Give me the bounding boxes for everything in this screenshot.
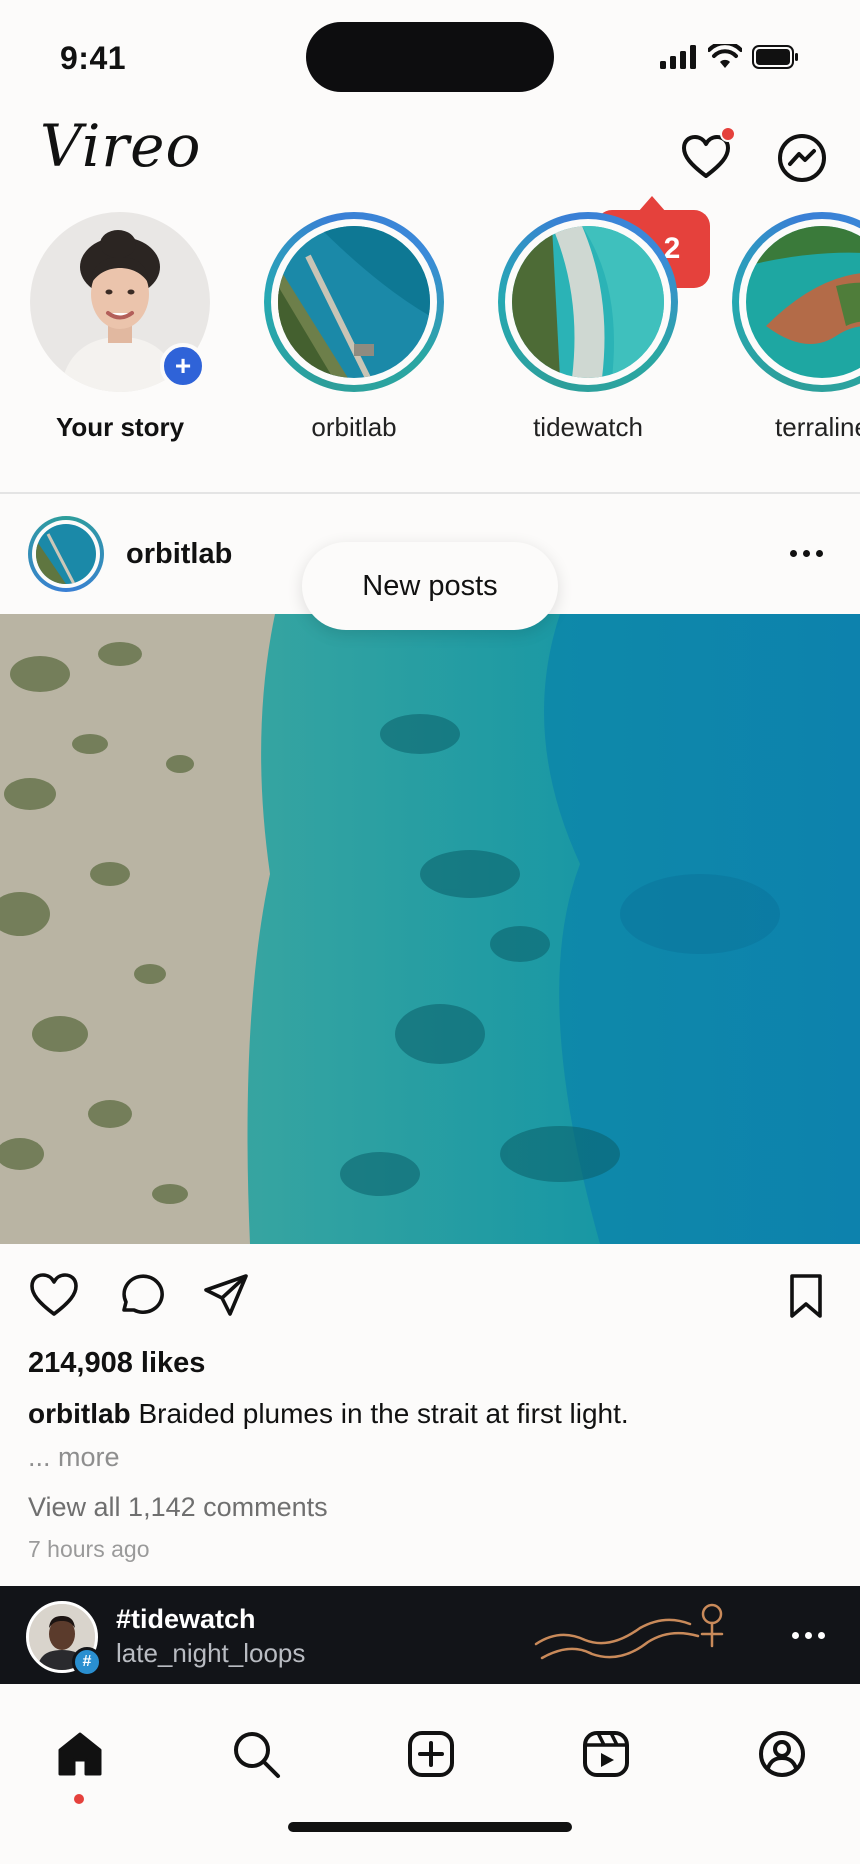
story-label-your: Your story	[55, 412, 185, 442]
comment-icon[interactable]	[114, 1270, 166, 1322]
home-indicator	[288, 1822, 572, 1832]
notification-dot	[720, 126, 736, 142]
post-image[interactable]	[0, 614, 860, 1244]
profile-icon[interactable]	[756, 1728, 808, 1780]
battery-icon	[752, 45, 798, 69]
hashtag-badge: #	[72, 1647, 102, 1677]
player-options-icon[interactable]	[792, 1632, 825, 1639]
dynamic-island	[306, 22, 554, 92]
music-doodle-icon	[534, 1603, 724, 1660]
messenger-icon[interactable]	[774, 130, 830, 186]
post-username[interactable]: orbitlab	[126, 538, 232, 571]
home-icon[interactable]	[54, 1728, 106, 1780]
story-label-orbitlab: orbitlab	[311, 412, 397, 442]
player-subtitle: late_night_loops	[116, 1638, 306, 1668]
caption-more-link[interactable]: ... more	[28, 1442, 120, 1473]
wifi-icon	[708, 44, 742, 68]
active-tab-dot	[74, 1794, 84, 1804]
post-options-icon[interactable]	[790, 550, 823, 557]
story-thumbnail	[512, 226, 664, 378]
mini-player[interactable]	[0, 1586, 860, 1684]
like-icon[interactable]	[28, 1270, 80, 1322]
story-terraline[interactable]	[732, 212, 860, 392]
story-label-tidewatch: tidewatch	[533, 412, 643, 442]
caption-text: Braided plumes in the strait at first li…	[130, 1398, 629, 1429]
share-icon[interactable]	[200, 1270, 252, 1322]
save-icon[interactable]	[780, 1270, 832, 1322]
post-timestamp: 7 hours ago	[28, 1536, 150, 1562]
post-avatar[interactable]	[28, 516, 104, 592]
reels-icon[interactable]	[580, 1728, 632, 1780]
signal-icon	[660, 45, 696, 69]
status-icons	[660, 44, 800, 70]
status-time: 9:41	[60, 40, 127, 76]
story-label-terraline: terraline	[775, 412, 860, 442]
likes-count[interactable]: 214,908 likes	[28, 1347, 205, 1380]
search-icon[interactable]	[230, 1728, 282, 1780]
caption-username[interactable]: orbitlab	[28, 1398, 131, 1429]
story-thumbnail	[278, 226, 430, 378]
story-thumbnail	[746, 226, 860, 378]
app-logo: Vireo	[40, 112, 202, 180]
post-caption: orbitlab Braided plumes in the strait at…	[28, 1398, 828, 1430]
story-tidewatch[interactable]	[498, 212, 678, 392]
divider	[0, 492, 860, 494]
view-comments-link[interactable]: View all 1,142 comments	[28, 1492, 328, 1523]
add-story-button[interactable]: +	[160, 343, 206, 389]
create-icon[interactable]	[405, 1728, 457, 1780]
player-title: #tidewatch	[116, 1604, 256, 1634]
story-orbitlab[interactable]	[264, 212, 444, 392]
new-posts-button[interactable]: New posts	[302, 542, 558, 630]
